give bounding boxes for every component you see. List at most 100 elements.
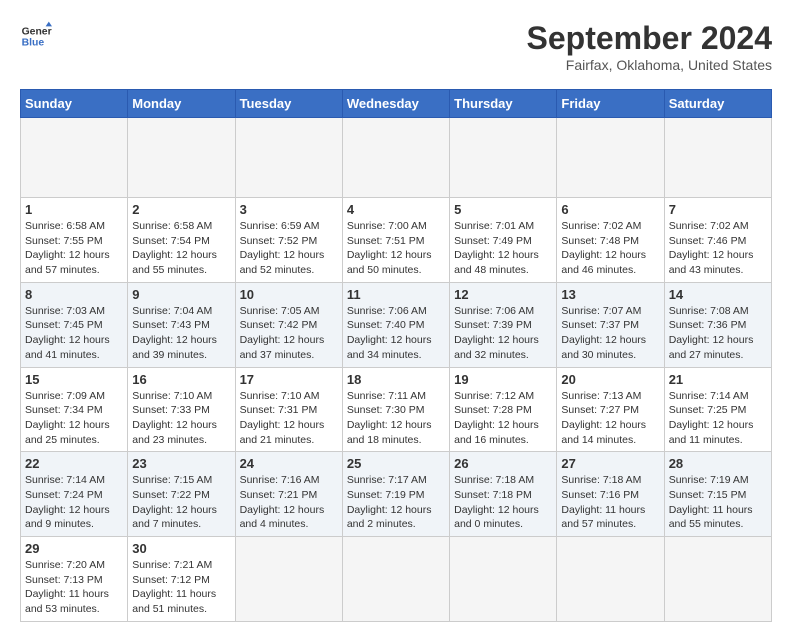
day-number: 15 — [25, 372, 123, 387]
day-number: 6 — [561, 202, 659, 217]
day-number: 17 — [240, 372, 338, 387]
calendar-day-cell: 26 Sunrise: 7:18 AMSunset: 7:18 PMDaylig… — [450, 452, 557, 537]
calendar-day-cell — [664, 118, 771, 198]
calendar-day-cell: 20 Sunrise: 7:13 AMSunset: 7:27 PMDaylig… — [557, 367, 664, 452]
calendar-day-cell: 4 Sunrise: 7:00 AMSunset: 7:51 PMDayligh… — [342, 198, 449, 283]
day-info: Sunrise: 7:02 AMSunset: 7:46 PMDaylight:… — [669, 219, 767, 278]
logo-icon: General Blue — [20, 20, 52, 52]
svg-text:General: General — [22, 26, 52, 37]
col-monday: Monday — [128, 90, 235, 118]
calendar-week-row — [21, 118, 772, 198]
calendar-day-cell: 23 Sunrise: 7:15 AMSunset: 7:22 PMDaylig… — [128, 452, 235, 537]
day-info: Sunrise: 7:05 AMSunset: 7:42 PMDaylight:… — [240, 304, 338, 363]
day-number: 5 — [454, 202, 552, 217]
calendar-day-cell: 15 Sunrise: 7:09 AMSunset: 7:34 PMDaylig… — [21, 367, 128, 452]
calendar-day-cell: 29 Sunrise: 7:20 AMSunset: 7:13 PMDaylig… — [21, 537, 128, 622]
calendar-day-cell: 9 Sunrise: 7:04 AMSunset: 7:43 PMDayligh… — [128, 282, 235, 367]
calendar-day-cell: 16 Sunrise: 7:10 AMSunset: 7:33 PMDaylig… — [128, 367, 235, 452]
calendar-day-cell: 7 Sunrise: 7:02 AMSunset: 7:46 PMDayligh… — [664, 198, 771, 283]
day-info: Sunrise: 6:59 AMSunset: 7:52 PMDaylight:… — [240, 219, 338, 278]
calendar-day-cell: 11 Sunrise: 7:06 AMSunset: 7:40 PMDaylig… — [342, 282, 449, 367]
calendar-day-cell: 13 Sunrise: 7:07 AMSunset: 7:37 PMDaylig… — [557, 282, 664, 367]
calendar-week-row: 15 Sunrise: 7:09 AMSunset: 7:34 PMDaylig… — [21, 367, 772, 452]
day-info: Sunrise: 6:58 AMSunset: 7:55 PMDaylight:… — [25, 219, 123, 278]
day-number: 2 — [132, 202, 230, 217]
day-number: 23 — [132, 456, 230, 471]
calendar-day-cell: 24 Sunrise: 7:16 AMSunset: 7:21 PMDaylig… — [235, 452, 342, 537]
day-info: Sunrise: 7:14 AMSunset: 7:25 PMDaylight:… — [669, 389, 767, 448]
logo: General Blue — [20, 20, 52, 52]
day-number: 16 — [132, 372, 230, 387]
col-sunday: Sunday — [21, 90, 128, 118]
day-info: Sunrise: 7:04 AMSunset: 7:43 PMDaylight:… — [132, 304, 230, 363]
calendar-day-cell — [450, 118, 557, 198]
day-number: 24 — [240, 456, 338, 471]
col-wednesday: Wednesday — [342, 90, 449, 118]
calendar-day-cell: 28 Sunrise: 7:19 AMSunset: 7:15 PMDaylig… — [664, 452, 771, 537]
calendar-day-cell — [664, 537, 771, 622]
calendar-day-cell: 19 Sunrise: 7:12 AMSunset: 7:28 PMDaylig… — [450, 367, 557, 452]
day-number: 3 — [240, 202, 338, 217]
calendar-day-cell — [557, 118, 664, 198]
day-number: 30 — [132, 541, 230, 556]
calendar-day-cell: 22 Sunrise: 7:14 AMSunset: 7:24 PMDaylig… — [21, 452, 128, 537]
day-info: Sunrise: 6:58 AMSunset: 7:54 PMDaylight:… — [132, 219, 230, 278]
day-info: Sunrise: 7:20 AMSunset: 7:13 PMDaylight:… — [25, 558, 123, 617]
calendar-week-row: 1 Sunrise: 6:58 AMSunset: 7:55 PMDayligh… — [21, 198, 772, 283]
day-number: 28 — [669, 456, 767, 471]
calendar-day-cell: 1 Sunrise: 6:58 AMSunset: 7:55 PMDayligh… — [21, 198, 128, 283]
day-number: 21 — [669, 372, 767, 387]
day-info: Sunrise: 7:21 AMSunset: 7:12 PMDaylight:… — [132, 558, 230, 617]
calendar-day-cell: 30 Sunrise: 7:21 AMSunset: 7:12 PMDaylig… — [128, 537, 235, 622]
day-info: Sunrise: 7:10 AMSunset: 7:33 PMDaylight:… — [132, 389, 230, 448]
day-number: 19 — [454, 372, 552, 387]
day-info: Sunrise: 7:06 AMSunset: 7:40 PMDaylight:… — [347, 304, 445, 363]
day-number: 22 — [25, 456, 123, 471]
col-tuesday: Tuesday — [235, 90, 342, 118]
calendar-day-cell — [342, 537, 449, 622]
calendar-day-cell — [128, 118, 235, 198]
day-number: 14 — [669, 287, 767, 302]
calendar-header-row: Sunday Monday Tuesday Wednesday Thursday… — [21, 90, 772, 118]
day-info: Sunrise: 7:11 AMSunset: 7:30 PMDaylight:… — [347, 389, 445, 448]
day-info: Sunrise: 7:17 AMSunset: 7:19 PMDaylight:… — [347, 473, 445, 532]
calendar-day-cell: 27 Sunrise: 7:18 AMSunset: 7:16 PMDaylig… — [557, 452, 664, 537]
calendar-day-cell — [235, 118, 342, 198]
day-number: 13 — [561, 287, 659, 302]
calendar-day-cell: 17 Sunrise: 7:10 AMSunset: 7:31 PMDaylig… — [235, 367, 342, 452]
page-subtitle: Fairfax, Oklahoma, United States — [527, 57, 772, 73]
day-number: 10 — [240, 287, 338, 302]
day-info: Sunrise: 7:06 AMSunset: 7:39 PMDaylight:… — [454, 304, 552, 363]
day-info: Sunrise: 7:18 AMSunset: 7:18 PMDaylight:… — [454, 473, 552, 532]
day-number: 7 — [669, 202, 767, 217]
page-title: September 2024 — [527, 20, 772, 57]
day-number: 4 — [347, 202, 445, 217]
day-number: 1 — [25, 202, 123, 217]
page-header: General Blue September 2024 Fairfax, Okl… — [20, 20, 772, 73]
calendar-day-cell: 14 Sunrise: 7:08 AMSunset: 7:36 PMDaylig… — [664, 282, 771, 367]
day-number: 11 — [347, 287, 445, 302]
calendar-week-row: 29 Sunrise: 7:20 AMSunset: 7:13 PMDaylig… — [21, 537, 772, 622]
day-number: 18 — [347, 372, 445, 387]
col-friday: Friday — [557, 90, 664, 118]
calendar-week-row: 8 Sunrise: 7:03 AMSunset: 7:45 PMDayligh… — [21, 282, 772, 367]
day-info: Sunrise: 7:01 AMSunset: 7:49 PMDaylight:… — [454, 219, 552, 278]
calendar-day-cell: 25 Sunrise: 7:17 AMSunset: 7:19 PMDaylig… — [342, 452, 449, 537]
calendar-day-cell — [342, 118, 449, 198]
calendar-day-cell: 12 Sunrise: 7:06 AMSunset: 7:39 PMDaylig… — [450, 282, 557, 367]
day-info: Sunrise: 7:03 AMSunset: 7:45 PMDaylight:… — [25, 304, 123, 363]
calendar-day-cell: 3 Sunrise: 6:59 AMSunset: 7:52 PMDayligh… — [235, 198, 342, 283]
calendar-table: Sunday Monday Tuesday Wednesday Thursday… — [20, 89, 772, 622]
day-number: 25 — [347, 456, 445, 471]
calendar-day-cell: 18 Sunrise: 7:11 AMSunset: 7:30 PMDaylig… — [342, 367, 449, 452]
calendar-day-cell — [557, 537, 664, 622]
day-info: Sunrise: 7:12 AMSunset: 7:28 PMDaylight:… — [454, 389, 552, 448]
calendar-day-cell — [21, 118, 128, 198]
day-info: Sunrise: 7:08 AMSunset: 7:36 PMDaylight:… — [669, 304, 767, 363]
day-info: Sunrise: 7:02 AMSunset: 7:48 PMDaylight:… — [561, 219, 659, 278]
calendar-day-cell: 8 Sunrise: 7:03 AMSunset: 7:45 PMDayligh… — [21, 282, 128, 367]
day-info: Sunrise: 7:10 AMSunset: 7:31 PMDaylight:… — [240, 389, 338, 448]
day-number: 8 — [25, 287, 123, 302]
day-info: Sunrise: 7:18 AMSunset: 7:16 PMDaylight:… — [561, 473, 659, 532]
calendar-day-cell: 10 Sunrise: 7:05 AMSunset: 7:42 PMDaylig… — [235, 282, 342, 367]
